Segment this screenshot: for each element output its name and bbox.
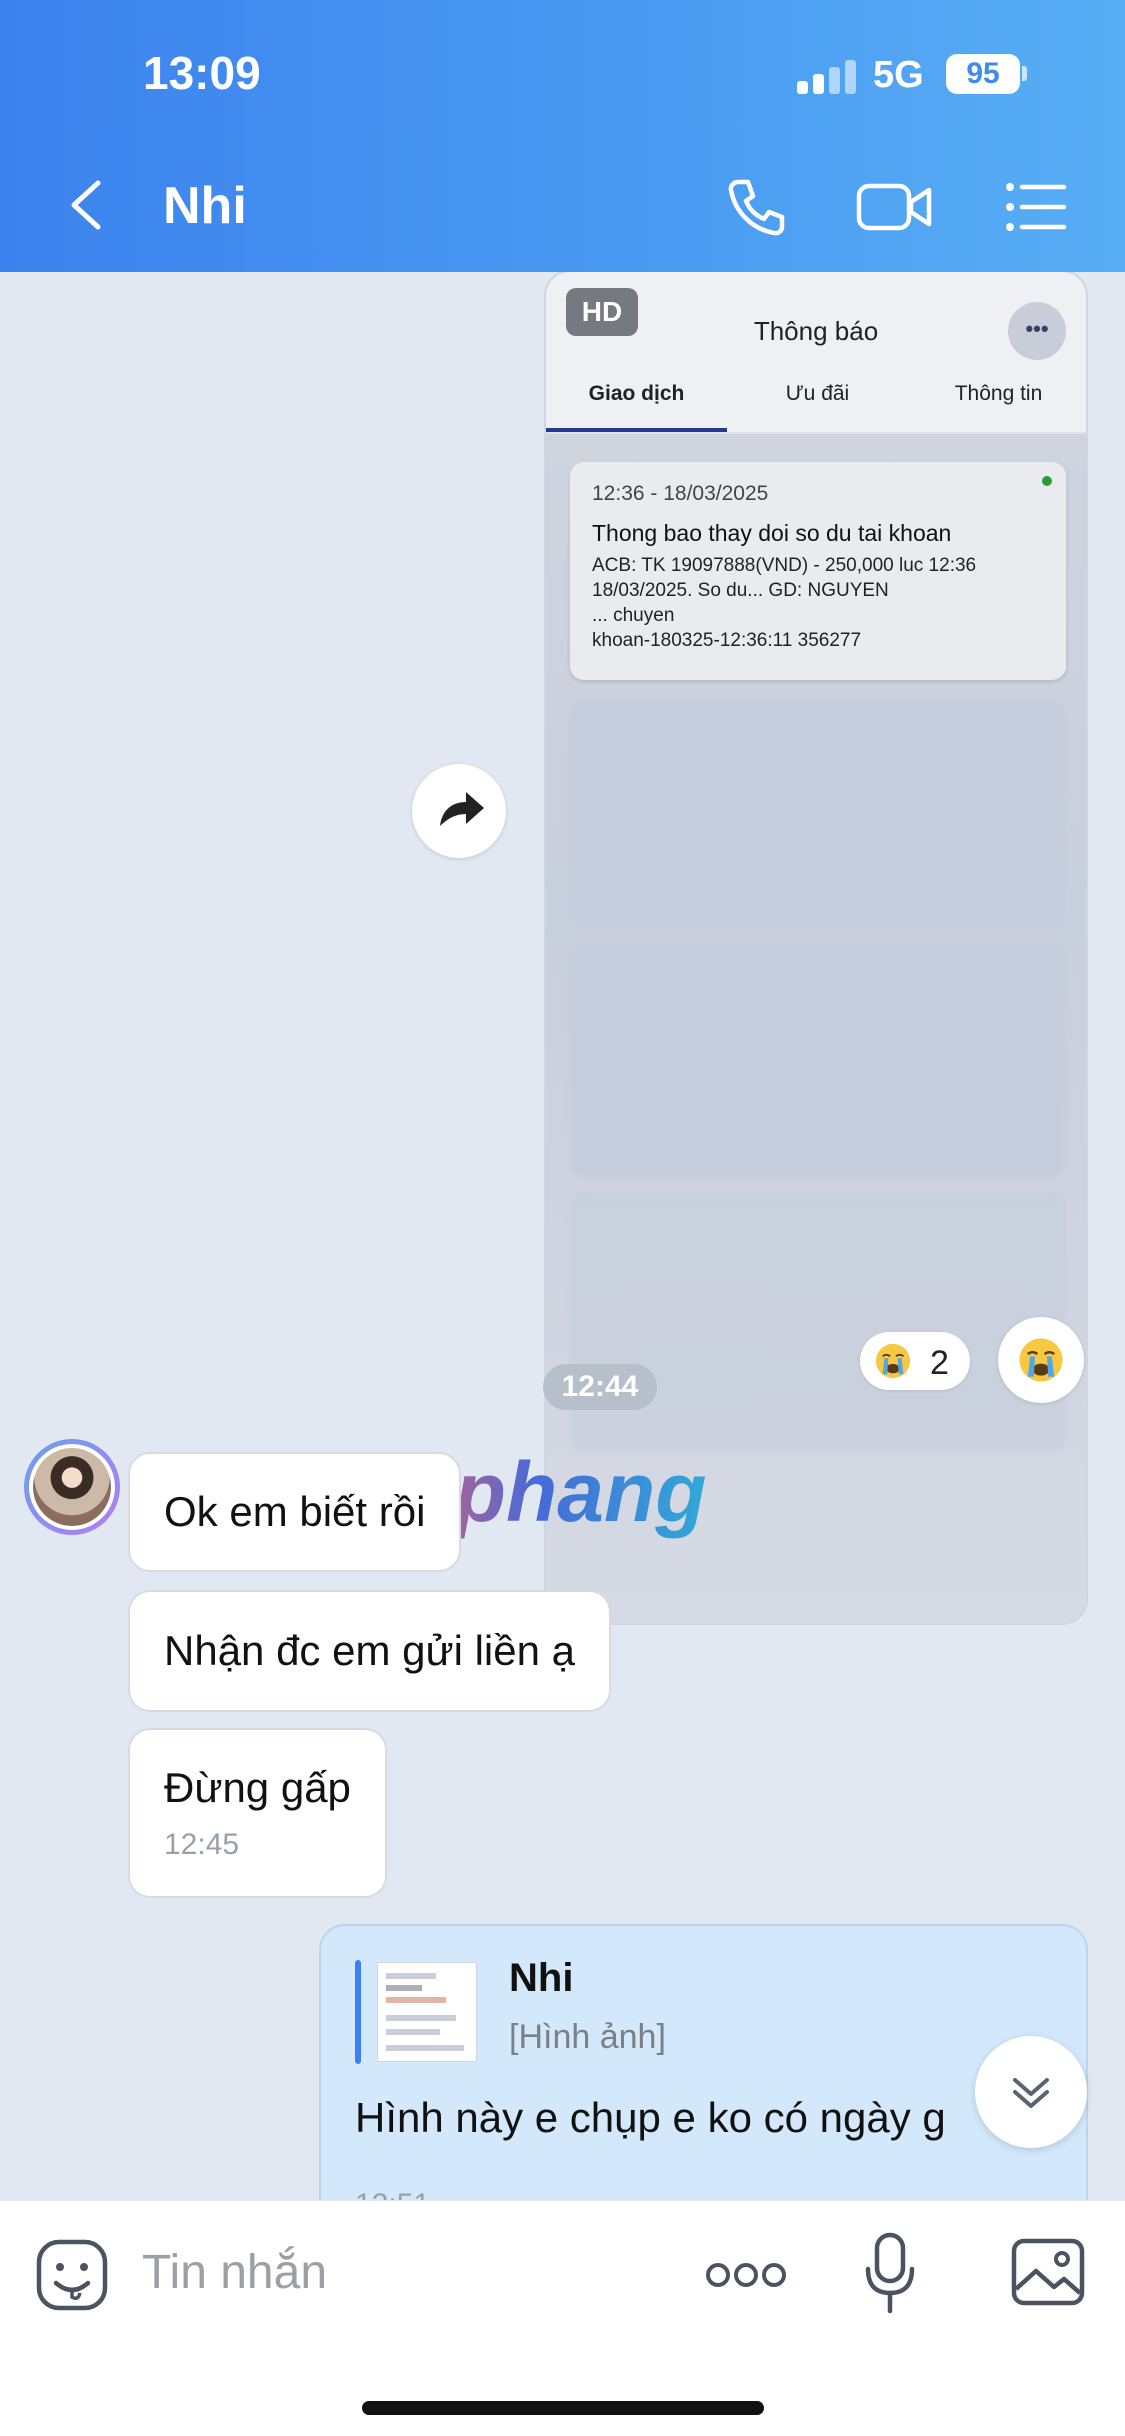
notification-line: khoan-180325-12:36:11 356277 [592, 630, 862, 651]
photo-tab: Thông tin [954, 382, 1043, 405]
notification-date: 12:36 - 18/03/2025 [592, 482, 769, 505]
reaction-button[interactable] [998, 1317, 1084, 1403]
message-text: Đừng gấp [164, 1764, 351, 1811]
photo-tabs: Giao dịch Ưu đãi Thông tin [546, 382, 1086, 432]
unread-dot [1042, 476, 1052, 486]
phone-icon[interactable] [722, 172, 792, 242]
photo-tab: Giao dịch [588, 382, 685, 405]
battery-tip [1022, 66, 1027, 81]
message-time: 12:45 [164, 1828, 240, 1861]
message-text: Ok em biết rồi [164, 1488, 426, 1535]
quote-bar [355, 1960, 361, 2064]
hd-badge: HD [566, 288, 638, 336]
notification-card: 12:36 - 18/03/2025 Thong bao thay doi so… [570, 462, 1066, 680]
message-text: Hình này e chụp e ko có ngày g [355, 2094, 946, 2141]
blurred-card [570, 1192, 1066, 1452]
blurred-card [570, 942, 1066, 1177]
photo-tab-underline [546, 428, 727, 432]
reaction-summary[interactable]: 2 [860, 1332, 970, 1390]
double-chevron-down-icon[interactable] [975, 2036, 1087, 2148]
home-indicator [362, 2401, 764, 2415]
received-message[interactable]: Đừng gấp 12:45 [128, 1728, 387, 1898]
avatar[interactable] [24, 1439, 120, 1535]
message-input[interactable]: Tin nhắn [142, 2245, 327, 2300]
crying-face-emoji [1019, 1338, 1063, 1382]
chevron-left-icon[interactable] [60, 175, 120, 235]
message-text: Nhận đc em gửi liền ạ [164, 1627, 575, 1674]
network-type: 5G [873, 54, 924, 96]
chat-area[interactable]: Thông báo ••• Giao dịch Ưu đãi Thông tin… [0, 272, 1125, 2200]
more-dots-icon: ••• [1008, 302, 1066, 360]
share-arrow-icon[interactable] [412, 764, 506, 858]
list-icon[interactable] [1000, 172, 1070, 242]
battery-indicator: 95 [946, 54, 1020, 94]
sticker-face-icon[interactable] [34, 2237, 110, 2313]
notification-heading: Thong bao thay doi so du tai khoan [592, 520, 952, 546]
message-time: 12:44 [543, 1364, 657, 1410]
status-time: 13:09 [143, 47, 261, 99]
notification-line: ACB: TK 19097888(VND) - 250,000 luc 12:3… [592, 555, 977, 576]
contact-name[interactable]: Nhi [163, 176, 247, 236]
crying-face-emoji [875, 1343, 911, 1379]
notification-line: ... chuyen [592, 605, 675, 626]
received-message[interactable]: Nhận đc em gửi liền ạ [128, 1590, 611, 1712]
message-time: 12:51 [355, 2188, 430, 2200]
quote-type: [Hình ảnh] [509, 2018, 666, 2056]
chat-header: 13:09 5G 95 Nhi [0, 0, 1125, 272]
image-gallery-icon[interactable] [1010, 2237, 1086, 2307]
notification-line: 18/03/2025. So du... GD: NGUYEN [592, 580, 889, 601]
signal-icon [797, 60, 857, 94]
video-camera-icon[interactable] [855, 172, 935, 242]
image-message[interactable]: Thông báo ••• Giao dịch Ưu đãi Thông tin… [544, 272, 1088, 1625]
received-message[interactable]: Ok em biết rồi [128, 1452, 462, 1572]
sent-message[interactable]: Nhi [Hình ảnh] Hình này e chụp e ko có n… [319, 1924, 1088, 2200]
microphone-icon[interactable] [862, 2231, 918, 2317]
quote-thumbnail [377, 1962, 477, 2062]
quote-sender: Nhi [509, 1956, 574, 2000]
message-input-bar: Tin nhắn [0, 2200, 1125, 2436]
photo-tab: Ưu đãi [785, 382, 850, 405]
reaction-count: 2 [930, 1344, 949, 1382]
blurred-card [570, 702, 1066, 927]
avatar-photo [33, 1448, 111, 1526]
more-dots-icon[interactable] [704, 2255, 788, 2295]
